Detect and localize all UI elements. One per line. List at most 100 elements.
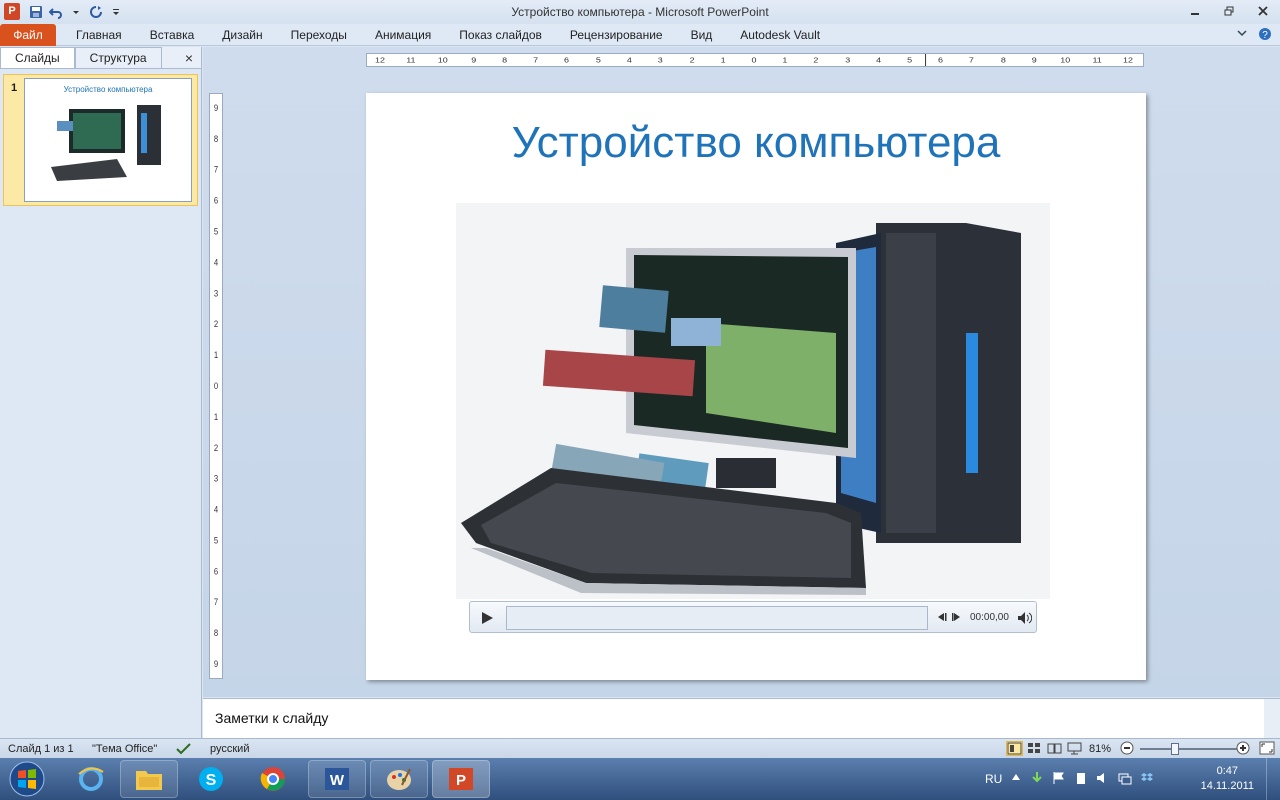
download-icon[interactable]: [1030, 771, 1044, 788]
show-desktop-button[interactable]: [1266, 758, 1280, 800]
slide-thumbnail[interactable]: 1 Устройство компьютера: [3, 74, 198, 206]
tab-file[interactable]: Файл: [0, 23, 56, 46]
file-explorer-icon[interactable]: [120, 760, 178, 798]
svg-text:3: 3: [658, 55, 663, 64]
slideshow-button[interactable]: [1066, 741, 1083, 756]
tab-review[interactable]: Рецензирование: [556, 24, 677, 46]
notes-pane[interactable]: Заметки к слайду: [203, 698, 1280, 739]
svg-text:2: 2: [813, 55, 818, 64]
start-button[interactable]: [4, 759, 50, 799]
tray-expand-icon[interactable]: [1010, 772, 1022, 787]
input-language[interactable]: RU: [985, 772, 1002, 786]
skip-forward-icon[interactable]: [951, 612, 963, 625]
fit-to-window-icon[interactable]: [1259, 741, 1275, 758]
internet-explorer-icon[interactable]: [62, 760, 120, 798]
tab-home[interactable]: Главная: [62, 24, 136, 46]
help-icon[interactable]: ?: [1258, 27, 1272, 44]
close-button[interactable]: [1246, 0, 1280, 22]
flag-icon[interactable]: [1052, 771, 1066, 788]
restore-button[interactable]: [1212, 0, 1246, 22]
window-title: Устройство компьютера - Microsoft PowerP…: [511, 5, 769, 19]
svg-text:3: 3: [845, 55, 850, 64]
slides-panel: Слайды Структура × 1 Устройство компьюте…: [0, 47, 202, 738]
ribbon-tabs: Файл Главная Вставка Дизайн Переходы Ани…: [0, 23, 1280, 46]
normal-view-button[interactable]: [1006, 741, 1023, 756]
system-tray: RU: [985, 758, 1154, 800]
svg-text:11: 11: [1092, 55, 1102, 64]
svg-text:6: 6: [938, 55, 943, 64]
slide-title[interactable]: Устройство компьютера: [366, 118, 1146, 168]
word-icon[interactable]: W: [308, 760, 366, 798]
chrome-icon[interactable]: [244, 760, 302, 798]
slide-counter: Слайд 1 из 1: [8, 743, 74, 755]
play-icon[interactable]: [479, 610, 495, 626]
svg-text:6: 6: [214, 195, 219, 206]
vertical-ruler: 9 8 7 6 5 4 3 2 1 0 1 2 3 4 5 6 7 8 9: [209, 93, 223, 679]
network-icon[interactable]: [1118, 771, 1132, 788]
minimize-button[interactable]: [1178, 0, 1212, 22]
svg-text:11: 11: [406, 55, 416, 64]
ribbon-collapse-icon[interactable]: [1236, 27, 1248, 44]
clipboard-icon[interactable]: [1074, 771, 1088, 788]
svg-text:6: 6: [214, 566, 219, 577]
svg-text:2: 2: [214, 319, 219, 330]
zoom-out-icon[interactable]: [1120, 741, 1134, 758]
volume-icon[interactable]: [1016, 610, 1033, 626]
dropbox-icon[interactable]: [1140, 771, 1154, 788]
svg-text:0: 0: [752, 55, 757, 64]
svg-text:8: 8: [214, 628, 219, 639]
powerpoint-taskbar-icon[interactable]: P: [432, 760, 490, 798]
media-time: 00:00,00: [970, 612, 1009, 623]
zoom-slider-thumb[interactable]: [1171, 743, 1179, 755]
svg-text:8: 8: [502, 55, 507, 64]
theme-name[interactable]: "Тема Office": [92, 743, 157, 755]
svg-text:4: 4: [627, 55, 632, 64]
zoom-in-icon[interactable]: [1236, 741, 1250, 758]
skype-icon[interactable]: S: [182, 760, 240, 798]
svg-text:7: 7: [533, 55, 538, 64]
slide-number: 1: [11, 82, 18, 94]
svg-text:3: 3: [214, 288, 219, 299]
svg-text:8: 8: [214, 133, 219, 144]
spellcheck-icon[interactable]: [176, 743, 192, 758]
svg-text:10: 10: [1060, 55, 1070, 64]
media-progress-bar[interactable]: [506, 606, 928, 630]
notes-scrollbar[interactable]: [1264, 699, 1280, 739]
zoom-slider-track[interactable]: [1140, 748, 1238, 750]
skip-back-icon[interactable]: [935, 612, 947, 625]
tab-autodesk-vault[interactable]: Autodesk Vault: [726, 24, 834, 46]
zoom-level[interactable]: 81%: [1089, 743, 1111, 755]
close-icon[interactable]: ×: [185, 50, 193, 66]
notes-placeholder[interactable]: Заметки к слайду: [215, 710, 328, 726]
thumbnail-slide: Устройство компьютера: [24, 78, 192, 202]
svg-text:3: 3: [214, 473, 219, 484]
tab-transitions[interactable]: Переходы: [277, 24, 361, 46]
slide-sorter-button[interactable]: [1026, 741, 1043, 756]
tab-animations[interactable]: Анимация: [361, 24, 445, 46]
svg-text:1: 1: [782, 55, 787, 64]
language-indicator[interactable]: русский: [210, 743, 249, 755]
clock[interactable]: 0:47 14.11.2011: [1201, 764, 1254, 794]
tab-slideshow[interactable]: Показ слайдов: [445, 24, 556, 46]
reading-view-button[interactable]: [1046, 741, 1063, 756]
svg-text:4: 4: [214, 504, 219, 515]
paint-icon[interactable]: [370, 760, 428, 798]
window-controls: [1178, 0, 1280, 24]
svg-text:?: ?: [1262, 30, 1268, 41]
tab-outline[interactable]: Структура: [74, 47, 162, 68]
status-bar: Слайд 1 из 1 "Тема Office" русский 81%: [0, 738, 1280, 758]
svg-text:2: 2: [214, 442, 219, 453]
tab-design[interactable]: Дизайн: [208, 24, 276, 46]
svg-text:5: 5: [214, 535, 219, 546]
speaker-icon[interactable]: [1096, 771, 1110, 788]
thumbnail-title: Устройство компьютера: [63, 85, 153, 94]
tab-slides[interactable]: Слайды: [0, 47, 75, 68]
svg-text:0: 0: [214, 380, 219, 391]
svg-text:6: 6: [564, 55, 569, 64]
computer-image[interactable]: [456, 203, 1050, 599]
tab-view[interactable]: Вид: [677, 24, 727, 46]
tab-insert[interactable]: Вставка: [136, 24, 209, 46]
slide-canvas[interactable]: Устройство компьютера 00:00,00: [366, 93, 1146, 680]
svg-text:7: 7: [214, 597, 219, 608]
svg-text:12: 12: [1123, 55, 1133, 64]
